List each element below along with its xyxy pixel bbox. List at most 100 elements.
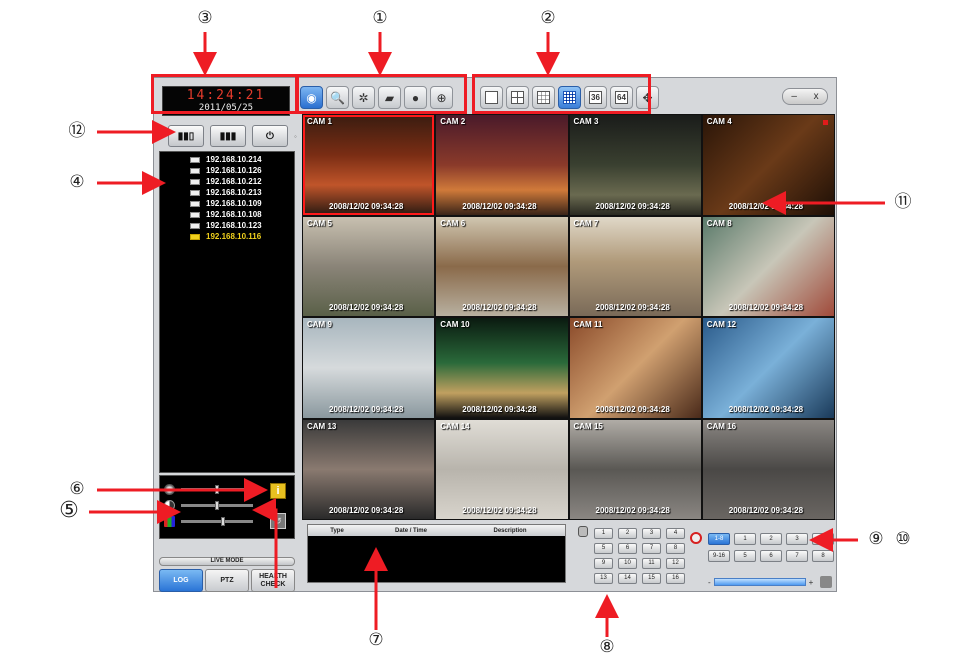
channel-button[interactable]: 9	[594, 558, 613, 569]
channel-button[interactable]: 8	[666, 543, 685, 554]
brightness-knob[interactable]	[215, 485, 219, 494]
contrast-slider[interactable]	[181, 501, 253, 510]
device-icon	[190, 222, 200, 229]
device-tree-item[interactable]: 192.168.10.213	[160, 187, 294, 198]
color-knob[interactable]	[221, 517, 225, 526]
channel-button[interactable]: 7	[642, 543, 661, 554]
device-tree-item[interactable]: 192.168.10.116	[160, 231, 294, 242]
tab-ptz[interactable]: PTZ	[205, 569, 249, 592]
close-button[interactable]: x	[814, 91, 819, 102]
channel-button[interactable]: 13	[594, 573, 613, 584]
device-tree-item[interactable]: 192.168.10.123	[160, 220, 294, 231]
channel-button[interactable]: 16	[666, 573, 685, 584]
callout-8: ⑧	[599, 637, 615, 657]
reset-button[interactable]: ↺	[270, 513, 286, 529]
camera-tile[interactable]: CAM 5 2008/12/02 09:34:28	[303, 216, 435, 316]
color-row	[164, 516, 253, 527]
device-icon	[190, 167, 200, 174]
device-tree-item[interactable]: 192.168.10.214	[160, 154, 294, 165]
info-button[interactable]: i	[270, 483, 286, 499]
camera-tile[interactable]: CAM 8 2008/12/02 09:34:28	[702, 216, 834, 316]
device-icon	[190, 211, 200, 218]
camera-name: CAM 16	[706, 421, 737, 431]
channel-button[interactable]: 5	[594, 543, 613, 554]
camera-timestamp: 2008/12/02 09:34:28	[329, 404, 404, 414]
camera-name: CAM 14	[440, 421, 470, 431]
channel-button[interactable]: 6	[618, 543, 637, 554]
playback-channel-button[interactable]: 1-8	[708, 533, 730, 545]
connect-all-button[interactable]: ▮▮▮	[210, 125, 246, 147]
device-tree-item[interactable]: 192.168.10.126	[160, 165, 294, 176]
playback-channel-button[interactable]: 7	[786, 550, 808, 562]
device-tree-item[interactable]: 192.168.10.108	[160, 209, 294, 220]
playback-channel-button[interactable]: 1	[734, 533, 756, 545]
playback-channel-button[interactable]: 4	[812, 533, 834, 545]
callout-5: ⑤	[59, 498, 79, 523]
camera-name: CAM 7	[573, 218, 599, 228]
camera-timestamp: 2008/12/02 09:34:28	[728, 201, 804, 211]
panel-dot-icon: ◦	[294, 131, 297, 141]
camera-tile[interactable]: CAM 14 2008/12/02 09:34:28	[436, 419, 568, 519]
camera-tile[interactable]: CAM 7 2008/12/02 09:34:28	[569, 216, 701, 316]
playback-channel-button[interactable]: 8	[812, 550, 834, 562]
playback-channel-button[interactable]: 2	[760, 533, 782, 545]
channel-button[interactable]: 1	[594, 528, 613, 539]
playback-channel-button[interactable]: 6	[760, 550, 782, 562]
camera-tile[interactable]: CAM 13 2008/12/02 09:34:28	[303, 419, 435, 519]
color-slider[interactable]	[181, 517, 253, 526]
camera-tile[interactable]: CAM 10 2008/12/02 09:34:28	[436, 318, 568, 418]
channel-button[interactable]: 4	[666, 528, 685, 539]
highlight-layout-toolbar	[472, 74, 651, 114]
channel-button[interactable]: 12	[666, 558, 685, 569]
tab-health-check[interactable]: HEALTH CHECK	[251, 569, 295, 592]
camera-tile[interactable]: CAM 15 2008/12/02 09:34:28	[569, 419, 701, 519]
tab-log[interactable]: LOG	[159, 569, 203, 592]
camera-tile[interactable]: CAM 16 2008/12/02 09:34:28	[702, 419, 834, 519]
channel-button[interactable]: 3	[642, 528, 661, 539]
volume-down-button[interactable]: -	[708, 578, 711, 587]
playback-channel-button[interactable]: 9-16	[708, 550, 730, 562]
camera-name: CAM 2	[440, 117, 466, 126]
channel-button[interactable]: 10	[618, 558, 637, 569]
playback-channel-button[interactable]: 3	[786, 533, 808, 545]
device-ip-label: 192.168.10.116	[206, 232, 262, 241]
device-tree: 192.168.10.214 192.168.10.126 192.168.10.2…	[159, 151, 295, 473]
camera-tile[interactable]: CAM 11 2008/12/02 09:34:28	[569, 318, 701, 418]
minimize-button[interactable]: –	[791, 91, 797, 102]
speaker-icon[interactable]	[820, 576, 833, 588]
log-col-datetime: Date / Time	[395, 527, 427, 534]
channel-button[interactable]: 11	[642, 558, 661, 569]
window-controls: – x	[782, 88, 828, 105]
brightness-slider[interactable]	[181, 485, 253, 494]
record-icon	[690, 532, 702, 544]
live-mode-panel: LIVE MODE LOG PTZ HEALTH CHECK	[159, 557, 295, 592]
camera-tile[interactable]: CAM 9 2008/12/02 09:34:28	[303, 318, 435, 418]
camera-tile[interactable]: CAM 4 2008/12/02 09:34:28	[702, 115, 834, 215]
power-button[interactable]: ⏻	[252, 125, 288, 147]
camera-tile[interactable]: CAM 2 2008/12/02 09:34:28	[436, 115, 568, 215]
channel-button[interactable]: 14	[618, 573, 637, 584]
volume-up-button[interactable]: +	[809, 578, 814, 587]
callout-12: ⑫	[68, 121, 86, 141]
device-tree-item[interactable]: 192.168.10.109	[160, 198, 294, 209]
camera-tile[interactable]: CAM 12 2008/12/02 09:34:28	[702, 318, 834, 418]
camera-tile[interactable]: CAM 6 2008/12/02 09:34:28	[436, 216, 568, 316]
playback-channel-button[interactable]: 5	[734, 550, 756, 562]
device-ip-label: 192.168.10.213	[206, 188, 262, 197]
camera-timestamp: 2008/12/02 09:34:28	[329, 201, 404, 211]
log-col-description: Description	[493, 527, 527, 534]
callout-2: ②	[540, 8, 556, 28]
device-tree-item[interactable]: 192.168.10.212	[160, 176, 294, 187]
camera-tile[interactable]: CAM 3 2008/12/02 09:34:28	[569, 115, 701, 215]
camera-timestamp: 2008/12/02 09:34:28	[329, 303, 404, 312]
device-icon	[190, 189, 200, 196]
camera-tile[interactable]: CAM 1 2008/12/02 09:34:28	[303, 115, 435, 215]
lock-icon	[578, 526, 588, 537]
channel-button[interactable]: 15	[642, 573, 661, 584]
volume-slider[interactable]	[713, 578, 806, 586]
channel-buttons: 1 2 3 4 5 6 7 8 9 10 11 12 13 14 15 16	[594, 528, 685, 584]
channel-button[interactable]: 2	[618, 528, 637, 539]
contrast-knob[interactable]	[215, 501, 219, 510]
connect-button[interactable]: ▮▮▯	[168, 125, 204, 147]
device-icon	[190, 156, 200, 163]
